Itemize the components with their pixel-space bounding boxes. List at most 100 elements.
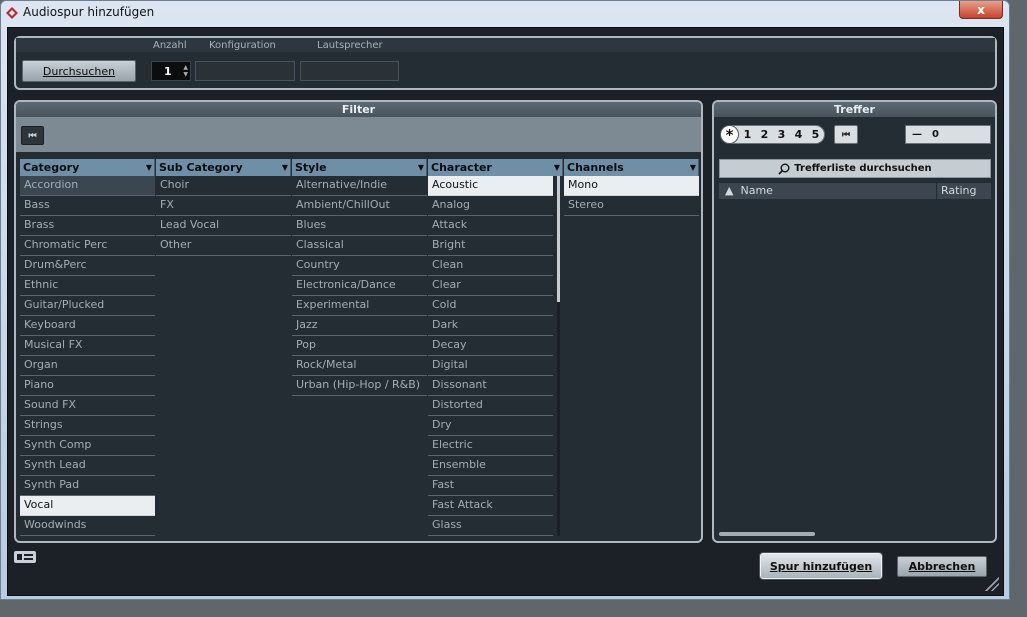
style-item[interactable]: Experimental bbox=[292, 296, 427, 316]
stepper-arrows-icon[interactable]: ▲ ▼ bbox=[183, 64, 188, 78]
category-item[interactable]: Synth Pad bbox=[20, 476, 155, 496]
style-item[interactable]: Country bbox=[292, 256, 427, 276]
layout-toggle-icon[interactable] bbox=[14, 551, 36, 563]
character-item[interactable]: Ensemble bbox=[428, 456, 553, 476]
category-item[interactable]: Ethnic bbox=[20, 276, 155, 296]
category-item[interactable]: Sound FX bbox=[20, 396, 155, 416]
configuration-select[interactable] bbox=[195, 61, 295, 81]
speakers-select[interactable] bbox=[300, 61, 399, 81]
category-item[interactable]: Chromatic Perc bbox=[20, 236, 155, 256]
character-item[interactable]: Dark bbox=[428, 316, 553, 336]
channels-list: Mono Stereo bbox=[564, 176, 699, 216]
sort-up-icon: ▲ bbox=[725, 184, 734, 197]
category-header[interactable]: Category ▼ bbox=[20, 159, 155, 176]
category-item[interactable]: Synth Lead bbox=[20, 456, 155, 476]
character-item[interactable]: Bright bbox=[428, 236, 553, 256]
rating-1[interactable]: 1 bbox=[739, 128, 756, 141]
character-scrollbar[interactable] bbox=[557, 176, 560, 536]
cancel-button[interactable]: Abbrechen bbox=[897, 556, 987, 577]
category-item[interactable]: Woodwinds bbox=[20, 516, 155, 536]
search-icon bbox=[778, 163, 790, 175]
star-icon[interactable]: * bbox=[720, 125, 739, 144]
subcategory-header[interactable]: Sub Category ▼ bbox=[156, 159, 291, 176]
subcategory-item[interactable]: Other bbox=[156, 236, 291, 256]
character-item[interactable]: Glass bbox=[428, 516, 553, 536]
category-item[interactable]: Bass bbox=[20, 196, 155, 216]
subcategory-item[interactable]: FX bbox=[156, 196, 291, 216]
browse-button-label: Durchsuchen bbox=[42, 64, 116, 78]
style-list: Alternative/Indie Ambient/ChillOut Blues Cl… bbox=[292, 176, 427, 396]
style-item[interactable]: Urban (Hip-Hop / R&B) bbox=[292, 376, 427, 396]
rating-filter: * 1 2 3 4 5 bbox=[720, 125, 825, 144]
category-item[interactable]: Keyboard bbox=[20, 316, 155, 336]
channels-header[interactable]: Channels ▼ bbox=[564, 159, 699, 176]
style-item[interactable]: Classical bbox=[292, 236, 427, 256]
minus-icon: — bbox=[912, 129, 922, 140]
character-item[interactable]: Attack bbox=[428, 216, 553, 236]
character-item[interactable]: Dry bbox=[428, 416, 553, 436]
reset-filter-button[interactable]: ⏮ bbox=[21, 126, 44, 145]
subcategory-item[interactable]: Choir bbox=[156, 176, 291, 196]
results-horizontal-scrollbar[interactable] bbox=[719, 532, 815, 536]
character-item[interactable]: Dissonant bbox=[428, 376, 553, 396]
chevron-down-icon[interactable]: ▼ bbox=[690, 159, 696, 176]
character-item[interactable]: Clean bbox=[428, 256, 553, 276]
subcategory-column: Sub Category ▼ Choir FX Lead Vocal Other bbox=[156, 159, 291, 256]
chevron-down-icon[interactable]: ▼ bbox=[418, 159, 424, 176]
category-item[interactable]: Synth Comp bbox=[20, 436, 155, 456]
character-header[interactable]: Character ▼ bbox=[428, 159, 563, 176]
channels-item[interactable]: Stereo bbox=[564, 196, 699, 216]
channels-header-label: Channels bbox=[567, 161, 624, 174]
style-item[interactable]: Rock/Metal bbox=[292, 356, 427, 376]
category-item[interactable]: Strings bbox=[20, 416, 155, 436]
character-item[interactable]: Analog bbox=[428, 196, 553, 216]
rating-column-header[interactable]: Rating bbox=[937, 183, 991, 199]
style-item[interactable]: Pop bbox=[292, 336, 427, 356]
character-item[interactable]: Electric bbox=[428, 436, 553, 456]
character-item[interactable]: Clear bbox=[428, 276, 553, 296]
rating-3[interactable]: 3 bbox=[773, 128, 790, 141]
channels-item[interactable]: Mono bbox=[564, 176, 699, 196]
category-item[interactable]: Piano bbox=[20, 376, 155, 396]
search-results-button[interactable]: Trefferliste durchsuchen bbox=[719, 159, 991, 178]
close-button[interactable]: x bbox=[959, 1, 1003, 19]
add-track-button[interactable]: Spur hinzufügen bbox=[759, 552, 883, 580]
character-scrollbar-thumb[interactable] bbox=[557, 176, 560, 302]
category-item[interactable]: Guitar/Plucked bbox=[20, 296, 155, 316]
category-item[interactable]: Brass bbox=[20, 216, 155, 236]
subcategory-item[interactable]: Lead Vocal bbox=[156, 216, 291, 236]
character-item[interactable]: Fast bbox=[428, 476, 553, 496]
resize-grip-icon[interactable] bbox=[985, 577, 999, 591]
channels-column: Channels ▼ Mono Stereo bbox=[564, 159, 699, 216]
style-header[interactable]: Style ▼ bbox=[292, 159, 427, 176]
style-item[interactable]: Alternative/Indie bbox=[292, 176, 427, 196]
style-item[interactable]: Ambient/ChillOut bbox=[292, 196, 427, 216]
chevron-down-icon[interactable]: ▼ bbox=[554, 159, 560, 176]
character-item[interactable]: Acoustic bbox=[428, 176, 553, 196]
rating-4[interactable]: 4 bbox=[790, 128, 807, 141]
character-item[interactable]: Fast Attack bbox=[428, 496, 553, 516]
chevron-down-icon[interactable]: ▼ bbox=[282, 159, 288, 176]
category-item[interactable]: Accordion bbox=[20, 176, 155, 196]
character-item[interactable]: Distorted bbox=[428, 396, 553, 416]
character-item[interactable]: Decay bbox=[428, 336, 553, 356]
category-item[interactable]: Musical FX bbox=[20, 336, 155, 356]
character-item[interactable]: Digital bbox=[428, 356, 553, 376]
style-item[interactable]: Electronica/Dance bbox=[292, 276, 427, 296]
category-item[interactable]: Vocal bbox=[20, 496, 155, 516]
style-item[interactable]: Blues bbox=[292, 216, 427, 236]
character-item[interactable]: Cold bbox=[428, 296, 553, 316]
filter-panel: Filter ⏮ Category ▼ Accordion Bass Brass Ch… bbox=[14, 100, 703, 543]
style-column: Style ▼ Alternative/Indie Ambient/ChillOu… bbox=[292, 159, 427, 396]
title-bar[interactable]: Audiospur hinzufügen x bbox=[1, 1, 1011, 25]
style-item[interactable]: Jazz bbox=[292, 316, 427, 336]
chevron-down-icon[interactable]: ▼ bbox=[146, 159, 152, 176]
browse-button[interactable]: Durchsuchen bbox=[22, 60, 136, 82]
rating-2[interactable]: 2 bbox=[756, 128, 773, 141]
name-column-header[interactable]: ▲ Name bbox=[719, 183, 937, 199]
rating-5[interactable]: 5 bbox=[807, 128, 824, 141]
reset-results-button[interactable]: ⏮ bbox=[834, 125, 858, 144]
track-count-input[interactable]: 1 ▲ ▼ bbox=[151, 61, 191, 81]
category-item[interactable]: Organ bbox=[20, 356, 155, 376]
category-item[interactable]: Drum&Perc bbox=[20, 256, 155, 276]
